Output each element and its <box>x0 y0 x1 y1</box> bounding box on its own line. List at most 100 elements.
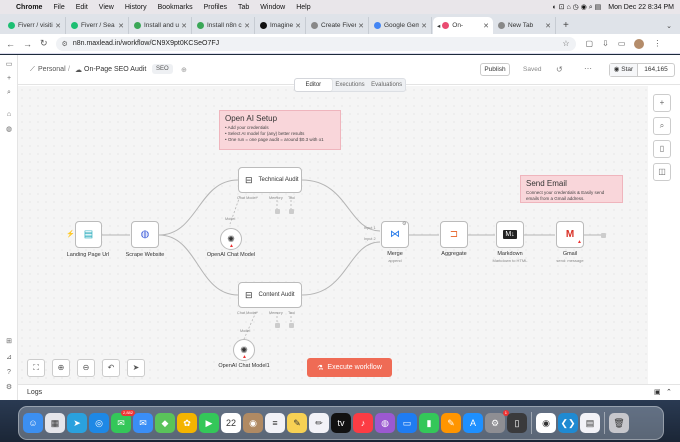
menu-history[interactable]: History <box>125 4 147 11</box>
menu-file[interactable]: File <box>53 4 64 11</box>
menu-profiles[interactable]: Profiles <box>204 4 227 11</box>
forward-arrow-icon[interactable]: → <box>23 39 32 49</box>
tab-search-chevron-icon[interactable]: ⌄ <box>666 22 672 30</box>
extensions-icon[interactable]: ▢ <box>586 39 594 48</box>
settings-icon[interactable]: ⚙ <box>4 383 14 393</box>
dock-system-settings-icon[interactable]: ⚙ 1 <box>485 410 509 433</box>
github-star-button[interactable]: ◉ Star 164,165 <box>609 63 675 77</box>
node-landing-page-url[interactable]: ▤ <box>75 221 102 248</box>
history-icon[interactable]: ↺ <box>556 65 563 74</box>
browser-tab[interactable]: Google Gem ✕ <box>370 17 432 34</box>
status-icons[interactable]: ◐ ⊡ ⌂ ◷ ◉ ⌕ ▤ <box>552 3 601 12</box>
dock-keynote-icon[interactable]: ▭ <box>397 413 417 433</box>
sidepanel-icon[interactable]: ▭ <box>618 39 626 48</box>
new-tab-plus-icon[interactable]: + <box>563 20 569 31</box>
panel-icon[interactable]: ◫ <box>653 163 671 181</box>
site-info-icon[interactable]: ⚙ <box>62 40 68 48</box>
add-icon[interactable]: + <box>4 74 14 84</box>
add-node-icon[interactable]: + <box>653 94 671 112</box>
node-content-audit[interactable]: ⊟ Content Audit <box>238 282 302 308</box>
dock-preview-icon[interactable]: ▤ <box>580 413 600 433</box>
tab-editor[interactable]: Editor <box>295 79 332 91</box>
sticky-note-openai-setup[interactable]: Open AI Setup • Add your credentials • S… <box>219 110 341 150</box>
tab-close-icon[interactable]: ✕ <box>181 22 187 30</box>
browser-tab[interactable]: Create Fiverr ✕ <box>307 17 369 34</box>
browser-tab[interactable]: Install n8n c ✕ <box>193 17 255 34</box>
dock-freeform-icon[interactable]: ✏ <box>309 413 329 433</box>
dock-safari-icon[interactable]: ◎ <box>89 413 109 433</box>
help-icon[interactable]: ? <box>4 368 14 378</box>
dock-telegram-icon[interactable]: ➤ <box>67 413 87 433</box>
search-nodes-icon[interactable]: ⌕ <box>653 117 671 135</box>
zoom-in-icon[interactable]: ⊕ <box>52 359 70 377</box>
sticky-note-send-email[interactable]: Send Email Connect your credentials & Ea… <box>520 175 623 203</box>
tab-close-icon[interactable]: ✕ <box>118 22 124 30</box>
dock-podcasts-icon[interactable]: ◍ <box>375 413 395 433</box>
download-icon[interactable]: ⇩ <box>602 39 609 48</box>
templates-icon[interactable]: ⊞ <box>4 337 14 347</box>
browser-tab[interactable]: Fiverr / Sea ✕ <box>67 17 129 34</box>
browser-tab[interactable]: Fiverr / visitir ✕ <box>4 17 66 34</box>
menu-tab[interactable]: Tab <box>238 4 249 11</box>
tab-evaluations[interactable]: Evaluations <box>368 79 405 91</box>
menu-help[interactable]: Help <box>296 4 310 11</box>
fit-view-icon[interactable]: ⛶ <box>27 359 45 377</box>
node-scrape-website[interactable]: ◍ <box>131 221 159 248</box>
dock-chrome-icon[interactable]: ◉ <box>536 413 556 433</box>
dock-apple-tv-icon[interactable]: tv <box>331 413 351 433</box>
dock-finder-icon[interactable]: ☺ <box>23 413 43 433</box>
tab-close-icon[interactable]: ✕ <box>421 22 427 30</box>
dock-photos-icon[interactable]: ✿ <box>177 413 197 433</box>
node-aggregate[interactable]: ⊐ <box>440 221 468 248</box>
dock-mail-icon[interactable]: ✉ <box>133 413 153 433</box>
dock-messages-icon[interactable]: ✉ 2,882 <box>111 410 135 433</box>
tab-close-icon[interactable]: ✕ <box>295 22 301 30</box>
dock-contacts-icon[interactable]: ◉ <box>243 413 263 433</box>
tab-close-icon[interactable]: ✕ <box>358 22 364 30</box>
tag-edit-icon[interactable]: ⊕ <box>181 66 187 74</box>
profile-avatar[interactable] <box>634 38 645 49</box>
workflow-name[interactable]: On-Page SEO Audit <box>84 66 146 73</box>
user-icon[interactable]: ◍ <box>4 125 14 135</box>
dock-trash-icon[interactable]: 🗑 <box>609 413 629 433</box>
dock-launchpad-icon[interactable]: ▦ <box>45 413 65 433</box>
menu-window[interactable]: Window <box>260 4 285 11</box>
logs-bar[interactable]: Logs ▣ ⌃ <box>18 384 680 400</box>
logs-expand-icon[interactable]: ⌃ <box>666 388 672 396</box>
chrome-menu-icon[interactable]: ⋮ <box>653 39 661 48</box>
browser-tab-active[interactable]: ◂ On- ✕ <box>433 17 493 34</box>
node-markdown[interactable]: M↓ <box>496 221 524 248</box>
menu-view[interactable]: View <box>99 4 114 11</box>
tab-close-icon[interactable]: ✕ <box>244 22 250 30</box>
search-icon[interactable]: ⌕ <box>4 88 14 98</box>
menu-bookmarks[interactable]: Bookmarks <box>158 4 193 11</box>
undo-icon[interactable]: ↶ <box>102 359 120 377</box>
add-memory-plus[interactable] <box>275 323 280 328</box>
node-technical-audit[interactable]: ⊟ Technical Audit <box>238 167 302 193</box>
tab-close-icon[interactable]: ✕ <box>483 22 489 30</box>
back-arrow-icon[interactable]: ← <box>6 39 15 49</box>
dock-app-store-icon[interactable]: A <box>463 413 483 433</box>
publish-button[interactable]: Publish <box>480 63 510 76</box>
breadcrumb-project[interactable]: Personal <box>38 66 66 73</box>
dock-calendar-icon[interactable]: 22 <box>221 413 241 433</box>
dock-notes-icon[interactable]: ✎ <box>287 413 307 433</box>
tab-close-icon[interactable]: ✕ <box>545 22 551 30</box>
add-tool-plus[interactable] <box>289 323 294 328</box>
bookmark-star-icon[interactable]: ☆ <box>562 39 569 48</box>
node-settings-icon[interactable]: ⚙ <box>402 221 406 227</box>
execute-workflow-button[interactable]: ⚗ Execute workflow <box>307 358 392 377</box>
dock-vscode-icon[interactable]: ❮❯ <box>558 413 578 433</box>
pointer-icon[interactable]: ➤ <box>127 359 145 377</box>
home-icon[interactable]: ⌂ <box>4 110 14 120</box>
toggle-sidebar-icon[interactable]: ▭ <box>4 60 14 70</box>
menu-edit[interactable]: Edit <box>76 4 88 11</box>
more-options-icon[interactable]: ⋯ <box>584 64 592 73</box>
sticky-note-icon[interactable]: ▯ <box>653 140 671 158</box>
browser-tab[interactable]: New Tab ✕ <box>494 17 556 34</box>
add-tool-plus[interactable] <box>289 209 294 214</box>
menu-app-name[interactable]: Chrome <box>16 4 42 11</box>
address-bar[interactable]: ⚙ n8n.maxlead.in/workflow/CN9X9pt0KCSeO7… <box>55 36 576 51</box>
reload-icon[interactable]: ↻ <box>40 38 48 49</box>
dock-reminders-icon[interactable]: ≡ <box>265 413 285 433</box>
